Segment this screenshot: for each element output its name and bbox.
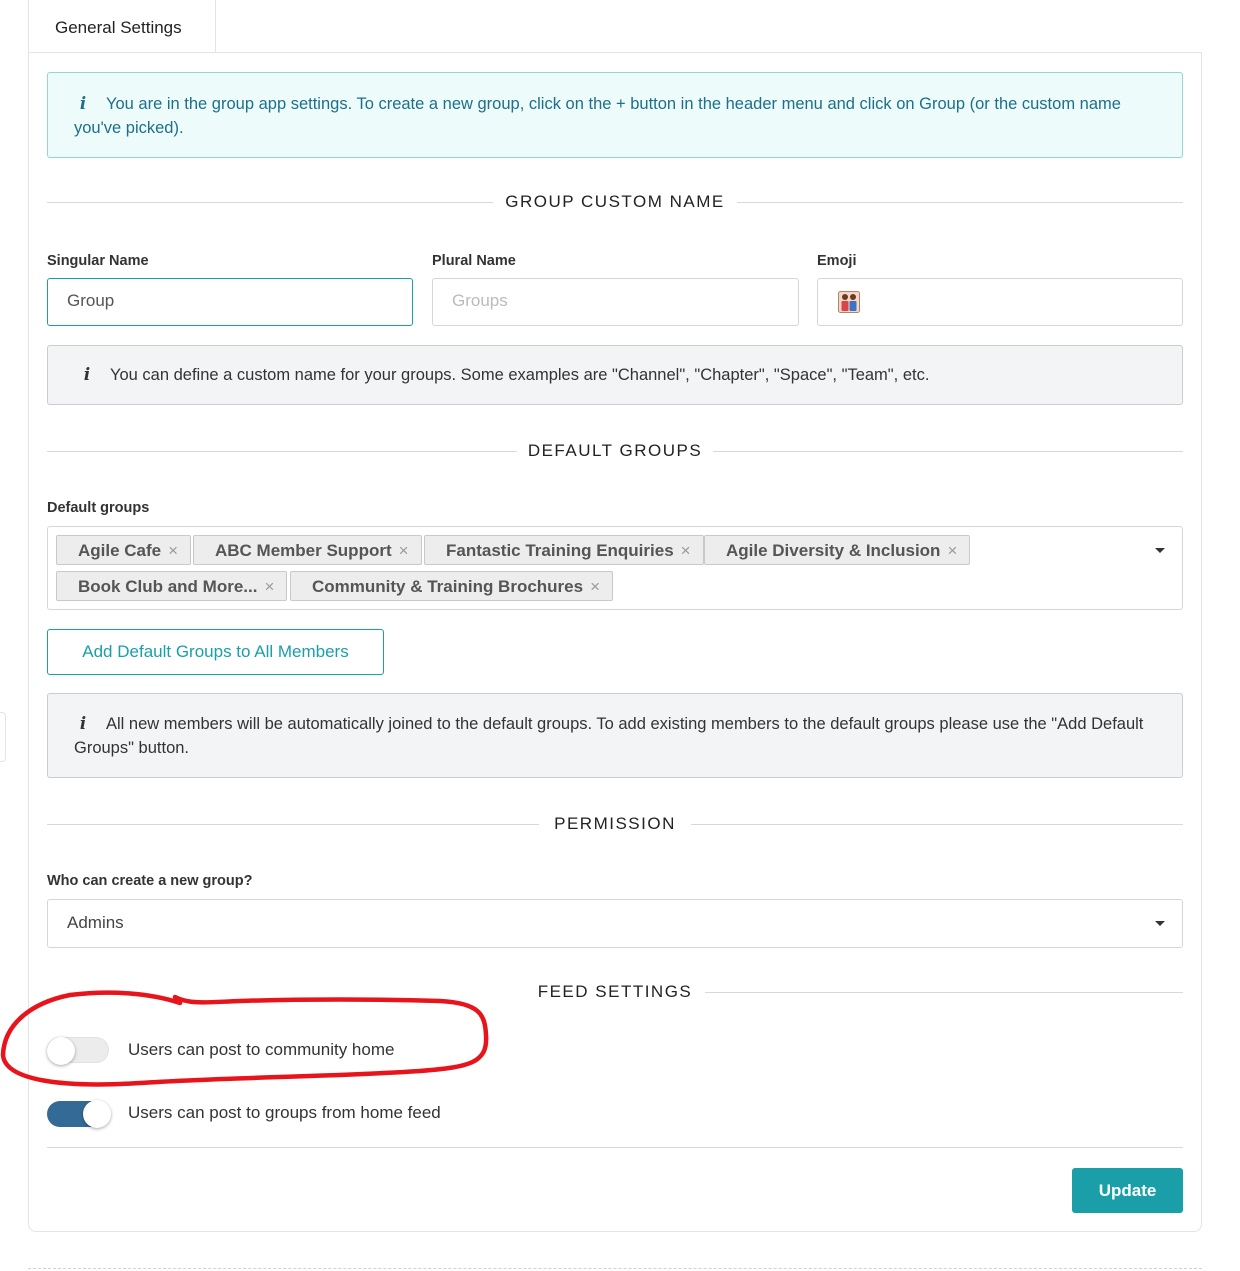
custom-name-hint-text: You can define a custom name for your gr… bbox=[110, 366, 930, 384]
emoji-label: Emoji bbox=[817, 253, 857, 269]
add-default-groups-button[interactable]: Add Default Groups to All Members bbox=[47, 629, 384, 675]
actions-divider bbox=[47, 1147, 1183, 1148]
who-can-create-label: Who can create a new group? bbox=[47, 873, 253, 889]
tab-bar-line bbox=[216, 52, 1202, 53]
remove-tag-icon[interactable]: × bbox=[681, 541, 691, 560]
section-permission: PERMISSION bbox=[47, 814, 1183, 834]
custom-name-hint: i You can define a custom name for your g… bbox=[47, 345, 1183, 405]
plural-name-input[interactable]: Groups bbox=[432, 278, 799, 326]
toggle-knob bbox=[83, 1100, 111, 1128]
remove-tag-icon[interactable]: × bbox=[947, 541, 957, 560]
info-banner: i You are in the group app settings. To c… bbox=[47, 72, 1183, 158]
plural-name-label: Plural Name bbox=[432, 253, 516, 269]
bottom-divider bbox=[28, 1268, 1202, 1269]
info-icon: i bbox=[79, 714, 87, 733]
remove-tag-icon[interactable]: × bbox=[168, 541, 178, 560]
community-home-toggle[interactable] bbox=[47, 1037, 109, 1065]
toggle-knob bbox=[47, 1037, 75, 1065]
tab-label: General Settings bbox=[55, 18, 182, 37]
community-home-toggle-label: Users can post to community home bbox=[128, 1040, 395, 1059]
default-groups-label: Default groups bbox=[47, 500, 150, 516]
tag-chip: Book Club and More... × bbox=[56, 571, 288, 601]
remove-tag-icon[interactable]: × bbox=[590, 577, 600, 596]
remove-tag-icon[interactable]: × bbox=[264, 577, 274, 596]
who-can-create-select[interactable]: Admins bbox=[47, 899, 1183, 948]
people-emoji-icon bbox=[838, 291, 860, 313]
section-title: PERMISSION bbox=[554, 814, 676, 833]
section-title: GROUP CUSTOM NAME bbox=[505, 192, 725, 211]
section-title: DEFAULT GROUPS bbox=[527, 441, 703, 460]
groups-from-home-toggle[interactable] bbox=[47, 1100, 111, 1128]
tag-chip: Agile Cafe × bbox=[56, 535, 192, 565]
section-default-groups: DEFAULT GROUPS bbox=[47, 441, 1183, 461]
default-groups-hint-text: All new members will be automatically jo… bbox=[74, 715, 1144, 757]
info-icon: i bbox=[83, 365, 91, 384]
emoji-input[interactable] bbox=[817, 278, 1183, 326]
info-banner-text: You are in the group app settings. To cr… bbox=[74, 95, 1121, 137]
section-feed-settings: FEED SETTINGS bbox=[47, 982, 1183, 1002]
update-button[interactable]: Update bbox=[1072, 1168, 1183, 1213]
section-group-custom-name: GROUP CUSTOM NAME bbox=[47, 192, 1183, 212]
tag-chip: ABC Member Support × bbox=[193, 535, 422, 565]
side-panel-edge bbox=[0, 712, 6, 762]
tag-chip: Fantastic Training Enquiries × bbox=[424, 535, 704, 565]
tag-chip: Agile Diversity & Inclusion × bbox=[704, 535, 971, 565]
chevron-down-icon[interactable] bbox=[1155, 921, 1165, 926]
chevron-down-icon[interactable] bbox=[1155, 548, 1165, 553]
section-title: FEED SETTINGS bbox=[537, 982, 693, 1001]
tab-general-settings[interactable]: General Settings bbox=[28, 0, 216, 52]
select-value: Admins bbox=[67, 913, 124, 932]
tag-chip: Community & Training Brochures × bbox=[290, 571, 614, 601]
singular-name-input[interactable]: Group bbox=[47, 278, 413, 326]
default-groups-hint: i All new members will be automatically j… bbox=[47, 693, 1183, 778]
singular-name-label: Singular Name bbox=[47, 253, 149, 269]
info-icon: i bbox=[79, 94, 87, 113]
groups-from-home-toggle-label: Users can post to groups from home feed bbox=[128, 1103, 441, 1122]
remove-tag-icon[interactable]: × bbox=[399, 541, 409, 560]
